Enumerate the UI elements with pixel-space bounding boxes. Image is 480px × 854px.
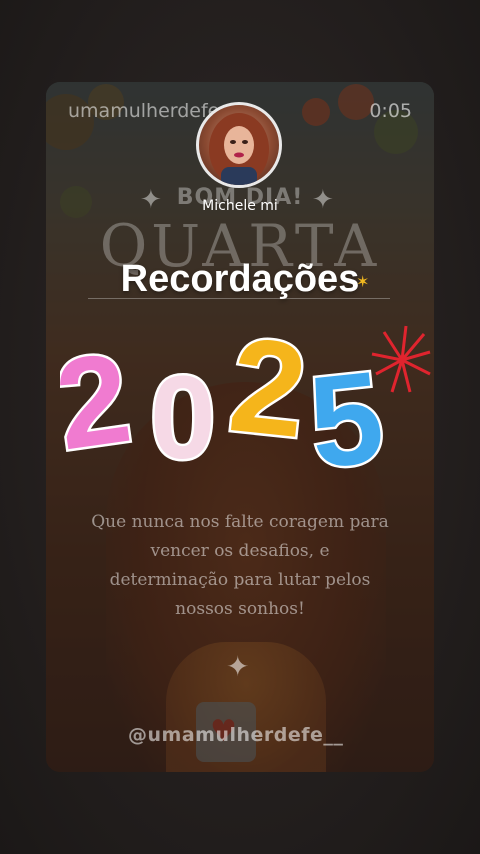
year-sticker: 2 0 2 5 — [60, 318, 431, 478]
watermark-handle: @umamulherdefe__ — [128, 724, 344, 746]
year-digit-3: 2 — [223, 318, 313, 466]
year-digit-2: 0 — [150, 352, 216, 478]
firework-icon — [371, 325, 431, 393]
story-title: Recordações — [120, 258, 360, 300]
profile-name[interactable]: Michele mi — [0, 198, 480, 214]
sparkle-icon: ✦ — [226, 650, 250, 683]
year-digit-4: 5 — [303, 343, 390, 478]
story-timer: 0:05 — [369, 100, 412, 122]
story-username[interactable]: umamulherdefe — [68, 100, 219, 122]
year-digit-1: 2 — [60, 326, 138, 478]
avatar[interactable] — [196, 102, 282, 188]
avatar-portrait — [209, 113, 269, 185]
star-icon: ✶ — [356, 272, 370, 291]
quote-text: Que nunca nos falte coragem para vencer … — [91, 512, 389, 619]
